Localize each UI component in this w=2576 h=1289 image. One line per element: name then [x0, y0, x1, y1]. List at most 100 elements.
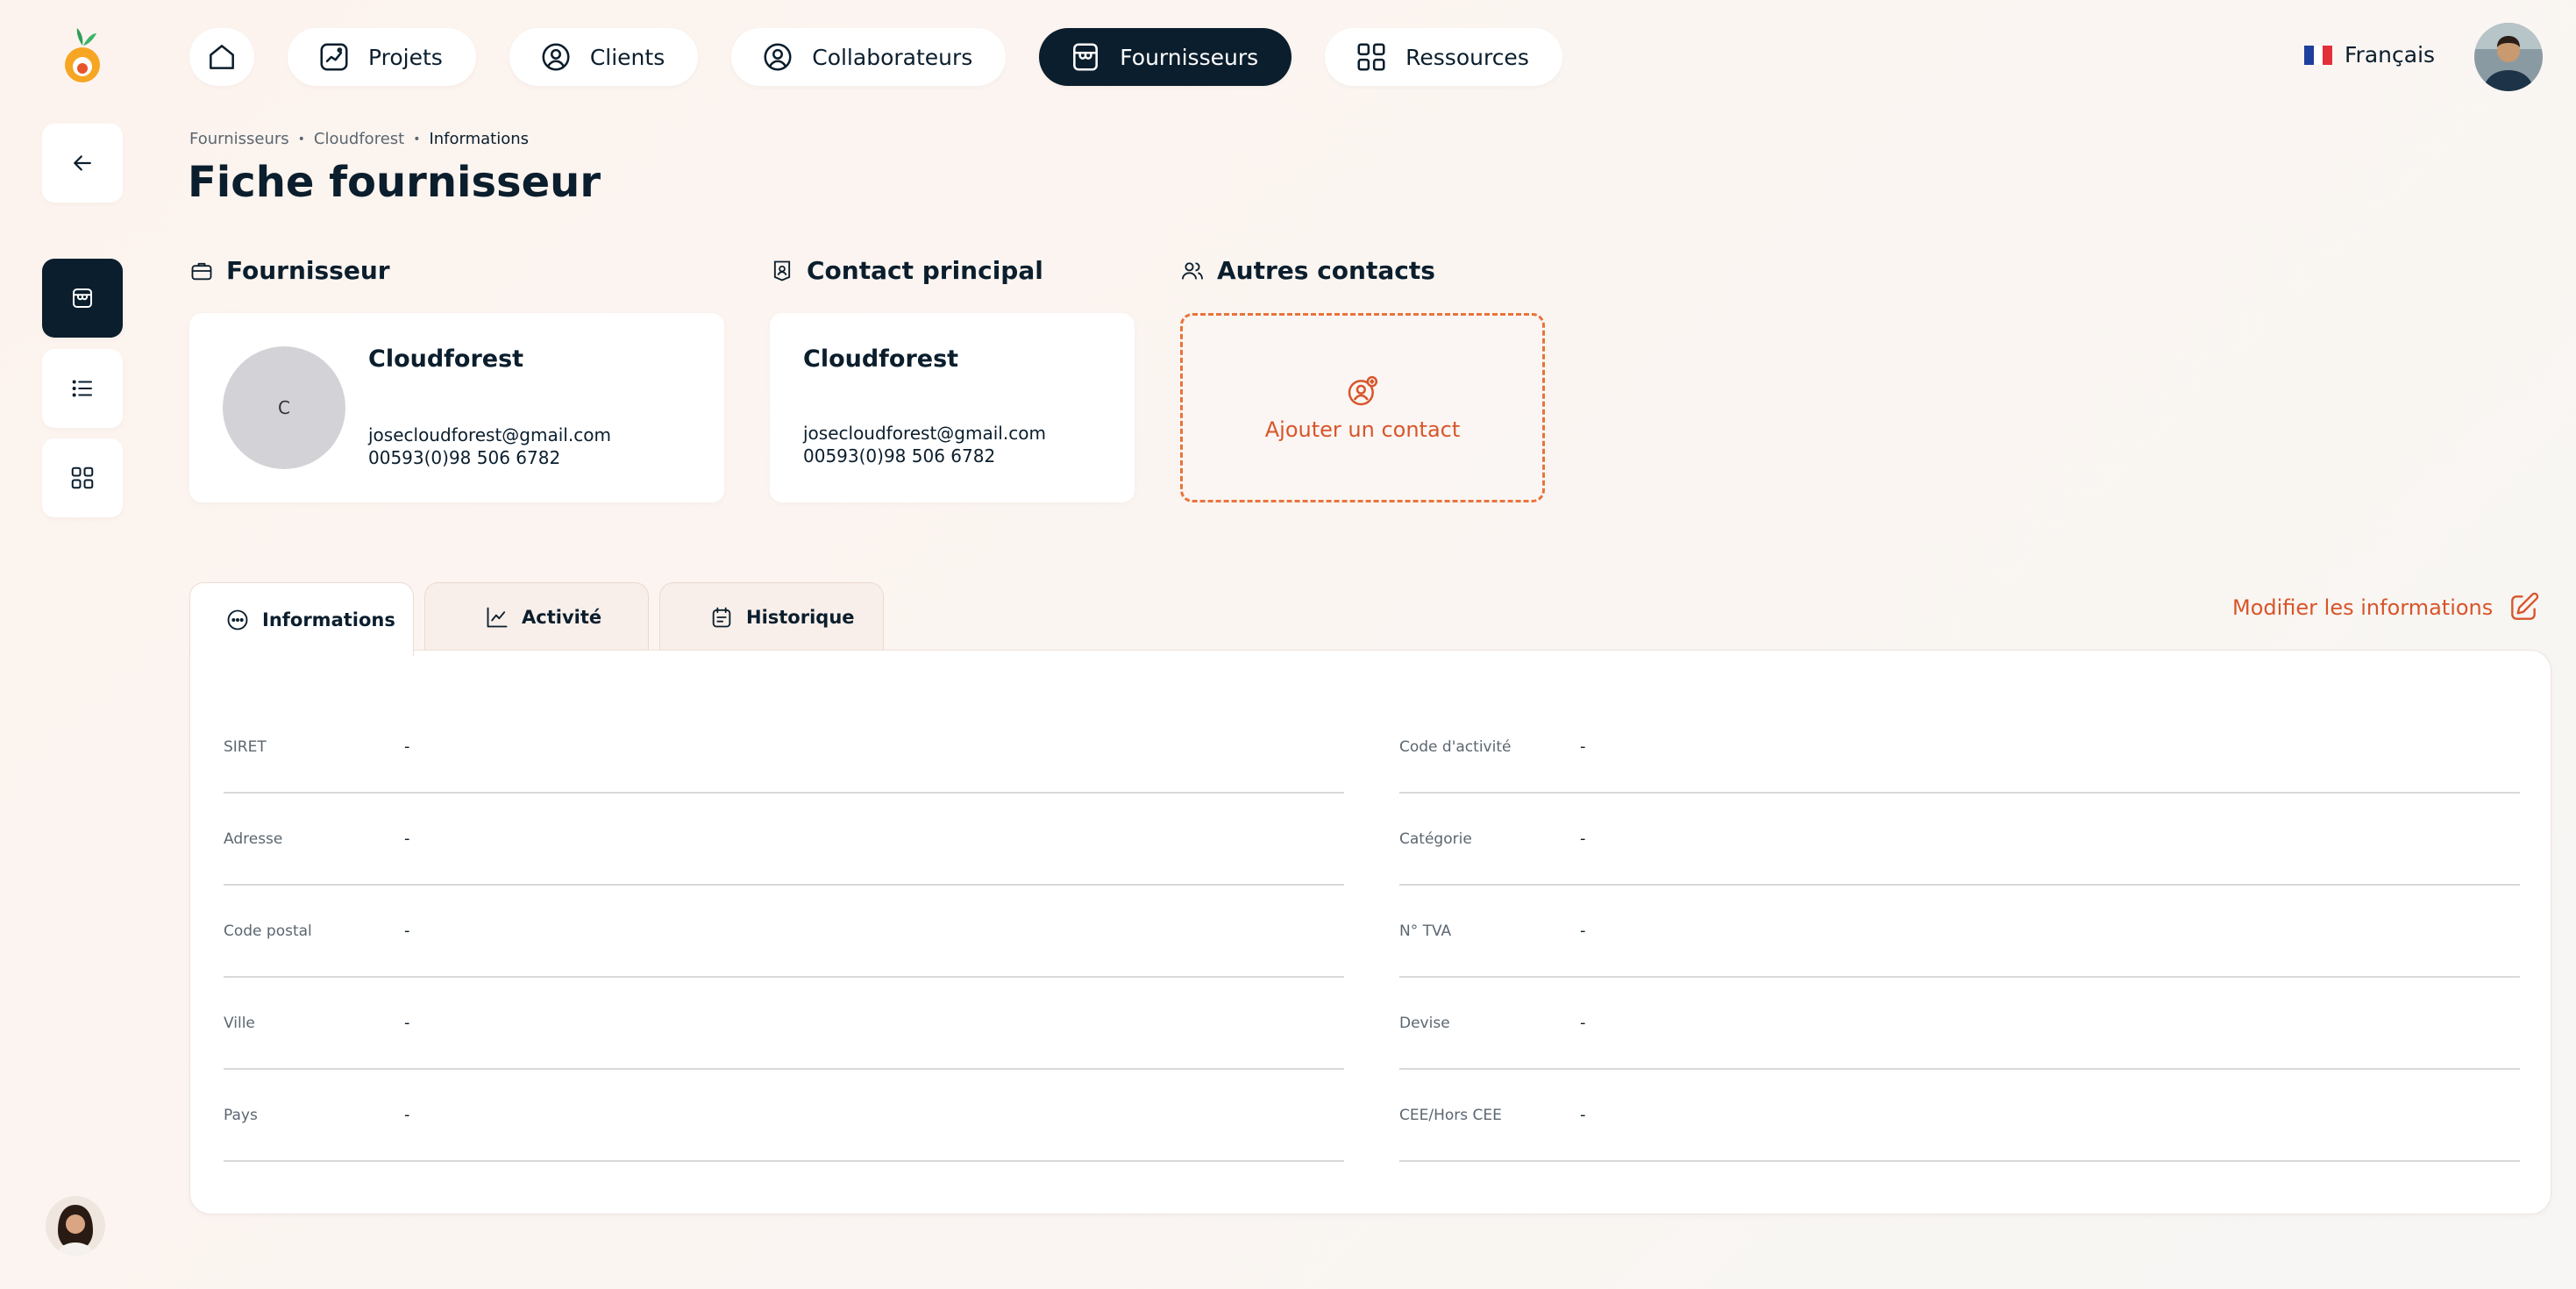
- nav-label: Ressources: [1405, 44, 1529, 70]
- nav-collaborateurs[interactable]: Collaborateurs: [731, 28, 1007, 86]
- field-value: -: [1580, 922, 1586, 940]
- nav-label: Fournisseurs: [1120, 44, 1259, 70]
- edit-icon: [2511, 592, 2539, 620]
- home-icon: [210, 45, 234, 69]
- field-label: Pays: [224, 1106, 258, 1124]
- field-row: Pays -: [224, 1070, 1344, 1162]
- chart-image-icon: [320, 43, 348, 71]
- user-circle-icon: [542, 43, 570, 71]
- calendar-note-icon: [712, 607, 731, 627]
- tab-label: Activité: [522, 606, 602, 628]
- field-row: Devise -: [1399, 978, 2520, 1070]
- breadcrumb-item[interactable]: Cloudforest: [314, 130, 404, 148]
- field-row: Catégorie -: [1399, 794, 2520, 886]
- tab-informations[interactable]: Informations: [189, 582, 414, 656]
- app-logo-icon[interactable]: [56, 26, 109, 88]
- field-value: -: [1580, 737, 1586, 756]
- nav-label: Collaborateurs: [812, 44, 973, 70]
- section-title: Fournisseur: [226, 256, 390, 285]
- nav-fournisseurs[interactable]: Fournisseurs: [1039, 28, 1292, 86]
- field-row: Ville -: [224, 978, 1344, 1070]
- supplier-email[interactable]: josecloudforest@gmail.com: [368, 424, 611, 445]
- field-value: -: [1580, 1014, 1586, 1032]
- main-contact-card: Cloudforest josecloudforest@gmail.com 00…: [770, 313, 1135, 502]
- user-circle-icon: [764, 43, 792, 71]
- nav-label: Clients: [589, 44, 665, 70]
- briefcase-icon: [191, 262, 212, 280]
- assistant-photo-icon: [46, 1196, 105, 1256]
- contact-email[interactable]: josecloudforest@gmail.com: [803, 423, 1046, 444]
- edit-info-button[interactable]: Modifier les informations: [2232, 591, 2540, 624]
- field-label: Adresse: [224, 830, 283, 848]
- edit-label: Modifier les informations: [2232, 595, 2494, 620]
- field-value: -: [404, 1106, 410, 1124]
- top-nav: Projets Clients Collaborateurs Fournisse…: [189, 28, 1562, 86]
- nav-clients[interactable]: Clients: [509, 28, 699, 86]
- nav-home[interactable]: [189, 28, 254, 86]
- contact-name: Cloudforest: [803, 345, 959, 373]
- list-icon: [72, 380, 92, 397]
- field-label: Code postal: [224, 922, 312, 940]
- page-title: Fiche fournisseur: [188, 158, 601, 207]
- field-label: Devise: [1399, 1014, 1450, 1032]
- field-value: -: [404, 737, 410, 756]
- field-label: Code d'activité: [1399, 737, 1512, 756]
- info-column-left: SIRET - Adresse - Code postal - Ville - Pays…: [224, 701, 1344, 1162]
- user-avatar[interactable]: [2474, 23, 2543, 91]
- add-user-icon: [1348, 375, 1378, 406]
- field-value: -: [404, 1014, 410, 1032]
- section-supplier: Fournisseur: [189, 256, 390, 285]
- tab-label: Historique: [746, 606, 855, 628]
- arrow-left-icon: [74, 155, 91, 171]
- rail-store-button[interactable]: [42, 259, 123, 338]
- tab-activite[interactable]: Activité: [424, 582, 649, 651]
- field-row: Code postal -: [224, 886, 1344, 978]
- language-selector[interactable]: Français: [2304, 42, 2435, 68]
- field-label: Catégorie: [1399, 830, 1472, 848]
- back-button[interactable]: [42, 124, 123, 203]
- field-value: -: [1580, 830, 1586, 848]
- grid-icon: [1357, 43, 1385, 71]
- section-main-contact: Contact principal: [770, 256, 1043, 285]
- tab-historique[interactable]: Historique: [659, 582, 884, 651]
- breadcrumb-item[interactable]: Fournisseurs: [189, 130, 289, 148]
- supplier-card: C Cloudforest josecloudforest@gmail.com …: [189, 313, 724, 502]
- breadcrumb: Fournisseurs • Cloudforest • Information…: [189, 130, 529, 148]
- field-value: -: [1580, 1106, 1586, 1124]
- field-row: N° TVA -: [1399, 886, 2520, 978]
- contact-badge-icon: [773, 260, 791, 281]
- supplier-avatar: C: [223, 346, 345, 469]
- nav-projets[interactable]: Projets: [288, 28, 476, 86]
- field-label: SIRET: [224, 737, 267, 756]
- supplier-phone[interactable]: 00593(0)98 506 6782: [368, 447, 560, 468]
- grid-icon: [71, 466, 94, 489]
- field-value: -: [404, 830, 410, 848]
- tab-label: Informations: [262, 609, 395, 630]
- section-title: Contact principal: [807, 256, 1043, 285]
- store-icon: [73, 288, 92, 308]
- store-icon: [1073, 43, 1099, 71]
- users-icon: [1181, 261, 1204, 279]
- field-label: Ville: [224, 1014, 255, 1032]
- nav-label: Projets: [368, 44, 443, 70]
- breadcrumb-current: Informations: [429, 130, 530, 148]
- nav-ressources[interactable]: Ressources: [1325, 28, 1562, 86]
- rail-list-button[interactable]: [42, 349, 123, 428]
- contact-phone[interactable]: 00593(0)98 506 6782: [803, 445, 995, 466]
- supplier-name: Cloudforest: [368, 345, 524, 373]
- more-circle-icon: [227, 609, 248, 630]
- field-label: N° TVA: [1399, 922, 1452, 940]
- section-title: Autres contacts: [1217, 256, 1435, 285]
- field-value: -: [404, 922, 410, 940]
- field-row: Code d'activité -: [1399, 701, 2520, 794]
- field-row: Adresse -: [224, 794, 1344, 886]
- user-photo-icon: [2474, 23, 2543, 91]
- assistant-avatar[interactable]: [46, 1196, 105, 1256]
- info-column-right: Code d'activité - Catégorie - N° TVA - Devi…: [1399, 701, 2520, 1162]
- breadcrumb-separator: •: [297, 132, 305, 146]
- breadcrumb-separator: •: [413, 132, 421, 146]
- language-label: Français: [2345, 42, 2436, 68]
- add-contact-button[interactable]: Ajouter un contact: [1180, 313, 1545, 502]
- rail-grid-button[interactable]: [42, 438, 123, 517]
- field-row: SIRET -: [224, 701, 1344, 794]
